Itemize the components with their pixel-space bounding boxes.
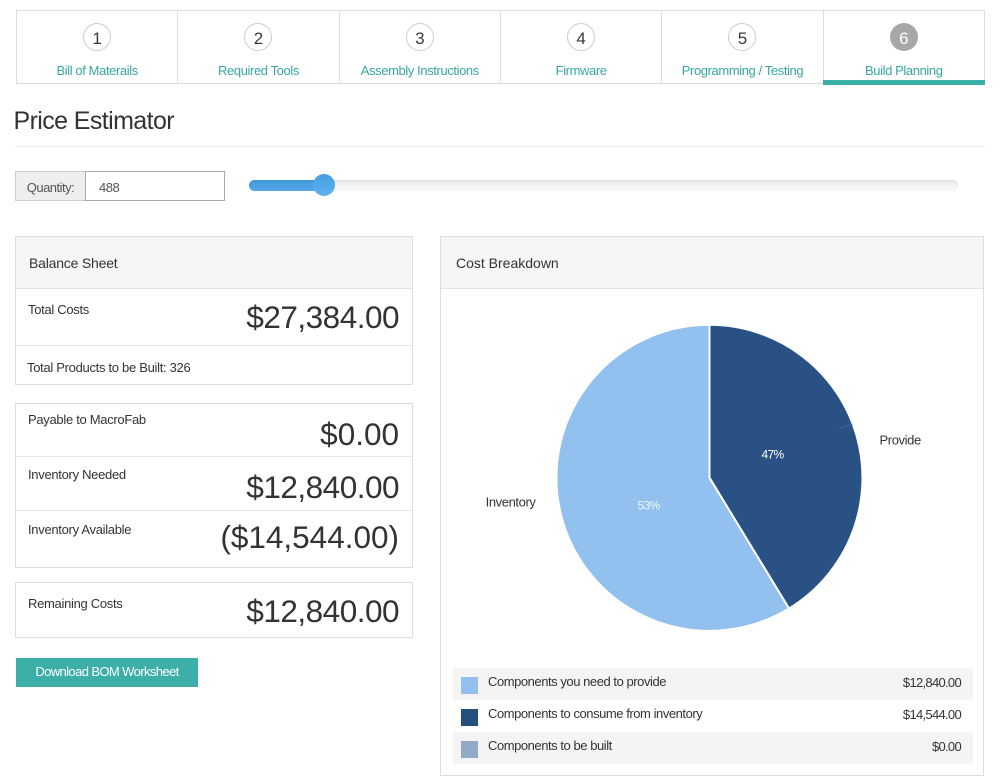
- svg-text:Inventory: Inventory: [486, 495, 537, 510]
- svg-text:47%: 47%: [762, 448, 785, 462]
- svg-text:Provide: Provide: [880, 433, 921, 448]
- svg-text:53%: 53%: [638, 499, 661, 513]
